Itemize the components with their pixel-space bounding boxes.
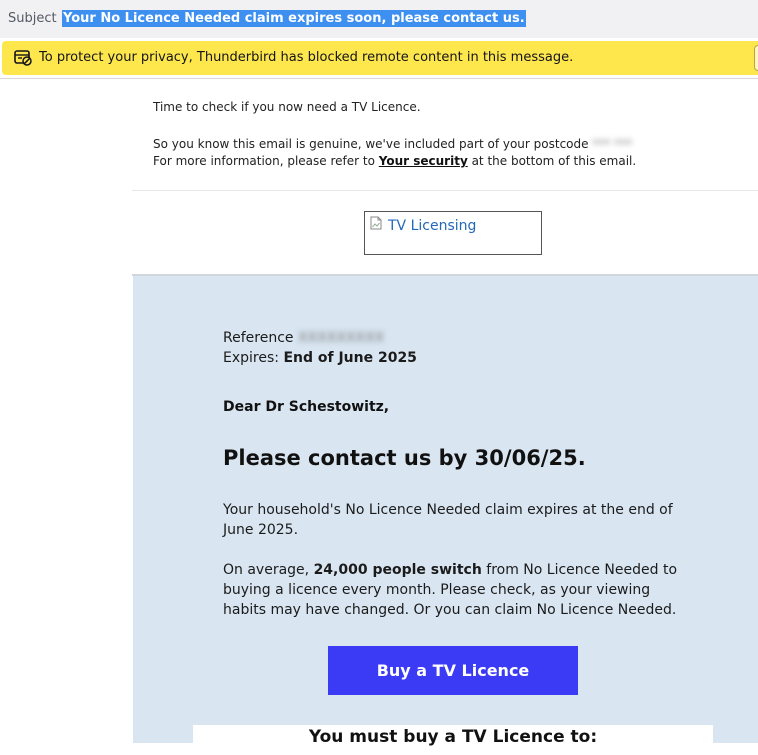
para2-bold: 24,000 people switch (313, 562, 482, 578)
reference-redacted: XXXXXXXXX (297, 330, 385, 346)
expires-label: Expires: (223, 350, 284, 366)
subject-label: Subject (8, 11, 57, 26)
intro-line: For more information, please refer to Yo… (153, 153, 636, 170)
notice-text: To protect your privacy, Thunderbird has… (39, 50, 574, 65)
reference-block: Reference XXXXXXXXX Expires: End of June… (223, 328, 417, 368)
intro-line: Time to check if you now need a TV Licen… (153, 100, 421, 114)
greeting: Dear Dr Schestowitz, (223, 399, 390, 415)
body-paragraph: On average, 24,000 people switch from No… (223, 560, 693, 620)
email-intro: Time to check if you now need a TV Licen… (153, 99, 636, 170)
subject-bar: Subject Your No Licence Needed claim exp… (0, 0, 758, 38)
reference-label: Reference (223, 330, 294, 346)
body-paragraph: Your household's No Licence Needed claim… (223, 502, 673, 538)
postcode-prefix: So you know this email is genuine, we've… (153, 137, 589, 151)
intro-divider (132, 190, 758, 191)
subject-text[interactable]: Your No Licence Needed claim expires soo… (62, 10, 526, 27)
remote-content-notice: To protect your privacy, Thunderbird has… (2, 41, 758, 75)
header-divider (0, 78, 758, 79)
blocked-content-icon (14, 50, 32, 66)
intro-line: So you know this email is genuine, we've… (153, 136, 636, 153)
expires-value: End of June 2025 (283, 350, 417, 366)
headline: Please contact us by 30/06/25. (223, 446, 586, 470)
logo-alt-text[interactable]: TV Licensing (388, 218, 476, 234)
security-suffix: at the bottom of this email. (467, 154, 637, 168)
broken-image-icon (370, 216, 382, 230)
expires-line: Expires: End of June 2025 (223, 348, 417, 368)
tv-licensing-logo[interactable]: TV Licensing (364, 211, 542, 255)
reference-line: Reference XXXXXXXXX (223, 328, 417, 348)
postcode-redacted: *** *** (592, 137, 633, 151)
security-prefix: For more information, please refer to (153, 154, 379, 168)
notice-preferences-button[interactable] (754, 45, 758, 71)
must-buy-heading: You must buy a TV Licence to: (308, 727, 598, 747)
buy-tv-licence-button[interactable]: Buy a TV Licence (328, 646, 578, 695)
must-buy-card: You must buy a TV Licence to: (193, 725, 713, 755)
para2-prefix: On average, (223, 562, 314, 578)
your-security-link[interactable]: Your security (379, 154, 468, 168)
